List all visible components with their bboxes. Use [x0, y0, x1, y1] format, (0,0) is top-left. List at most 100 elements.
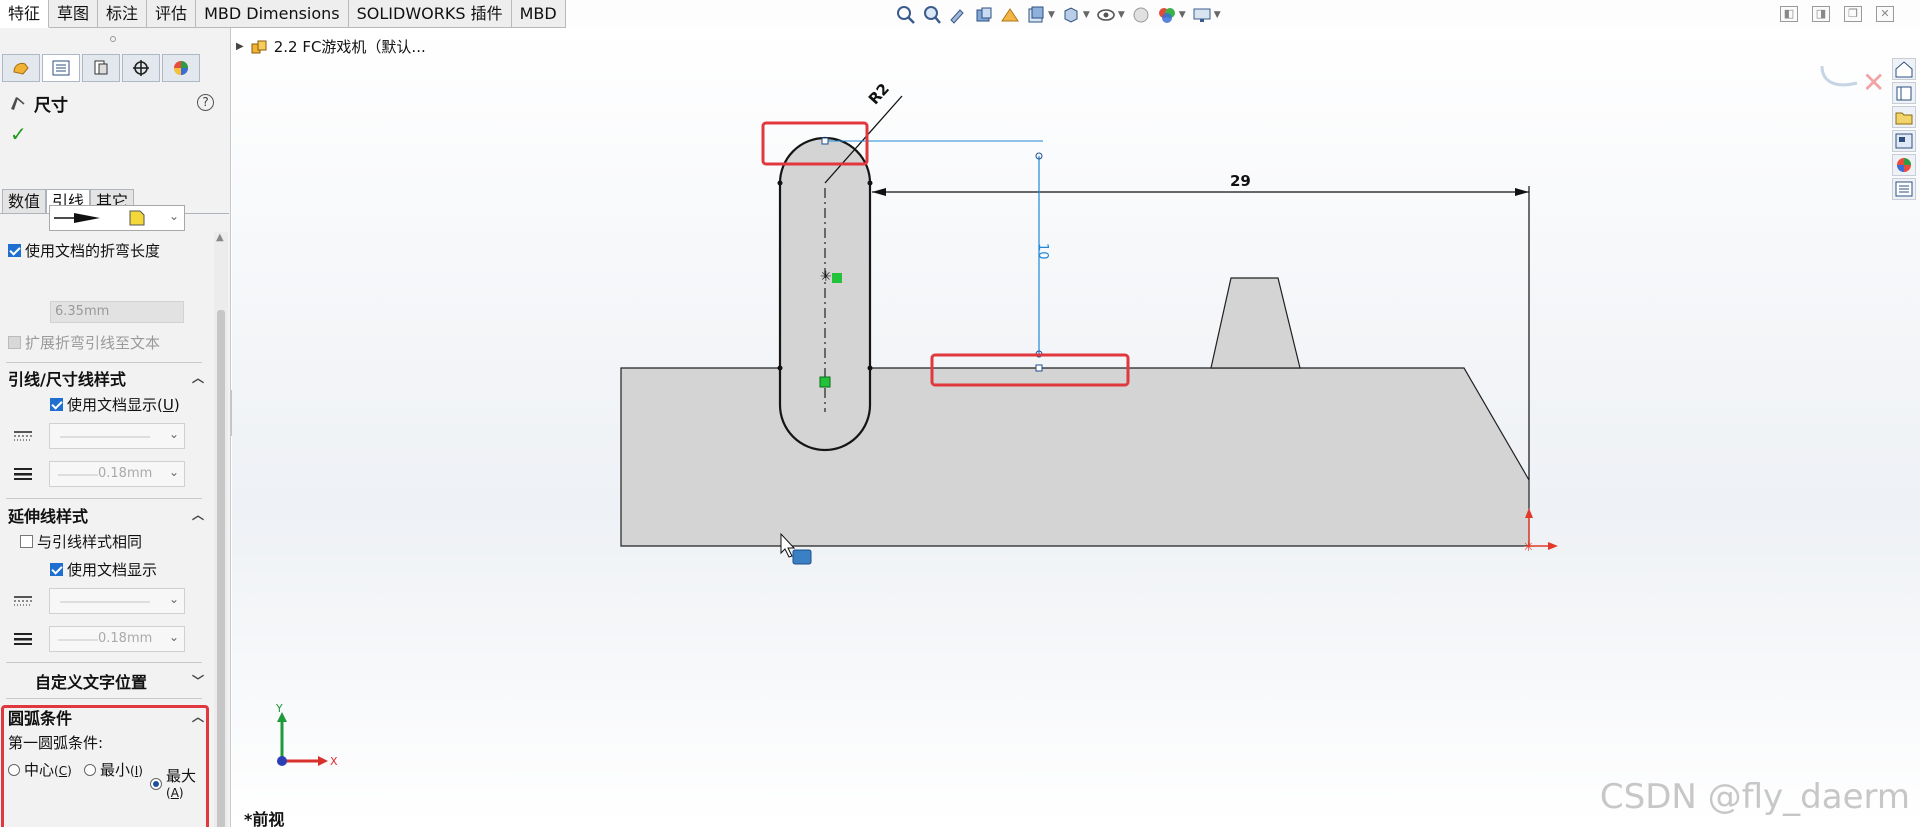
vertical-dimension-text[interactable]: 10: [1035, 243, 1050, 260]
scroll-up-icon[interactable]: ▲: [216, 232, 224, 243]
line-style-icon: [14, 431, 32, 441]
property-manager-panel: 尺寸 ? ✓ 数值 引线 其它 ⌄ 使用文档的折弯长度 6.35mm 扩展折弯引…: [0, 28, 231, 827]
use-doc-bend-length-label: 使用文档的折弯长度: [25, 242, 161, 260]
sketch-point: [777, 180, 783, 186]
leader-style-section-header[interactable]: 引线/尺寸线样式 ︿: [8, 365, 204, 391]
arrow-style-select[interactable]: ⌄: [49, 205, 185, 231]
scrollbar-thumb[interactable]: [217, 310, 225, 827]
chevron-down-icon: ⌄: [168, 427, 179, 441]
view-palette-icon[interactable]: [1892, 130, 1916, 152]
slot-center-mark: ✳: [820, 269, 832, 285]
panel-grip[interactable]: [110, 36, 116, 42]
same-as-leader-row[interactable]: 与引线样式相同: [20, 531, 142, 552]
use-doc-bend-length-checkbox[interactable]: [8, 244, 21, 257]
edit-appearance-icon[interactable]: [1131, 5, 1151, 25]
display-style-icon[interactable]: [1061, 5, 1081, 25]
view-label: *前视: [244, 810, 285, 827]
document-name: 2.2 FC游戏机（默认...: [273, 38, 426, 56]
chevron-down-icon[interactable]: ▼: [1118, 10, 1125, 20]
dynamic-annotation-icon[interactable]: [1000, 5, 1020, 25]
tab-mbd[interactable]: MBD: [511, 0, 566, 28]
triad-origin: [277, 756, 287, 766]
tab-sketch[interactable]: 草图: [49, 0, 99, 28]
appearances-icon[interactable]: [1892, 154, 1916, 176]
zoom-area-icon[interactable]: [922, 5, 942, 25]
tile-left-icon[interactable]: ◧: [1780, 6, 1798, 22]
display-manager-icon[interactable]: [162, 54, 200, 82]
feature-manager-icon[interactable]: [2, 54, 40, 82]
task-pane-tabs: [1892, 58, 1918, 200]
manager-tabs: [0, 54, 206, 84]
home-icon[interactable]: [1892, 58, 1916, 80]
restore-icon[interactable]: ❐: [1844, 6, 1862, 22]
zoom-to-fit-icon[interactable]: [896, 5, 916, 25]
selected-point[interactable]: [821, 137, 829, 145]
view-orientation-icon[interactable]: [1026, 5, 1046, 25]
hide-show-icon[interactable]: [1096, 5, 1116, 25]
chevron-down-icon: ⌄: [168, 465, 179, 479]
tab-solidworks-addins[interactable]: SOLIDWORKS 插件: [348, 0, 512, 28]
tab-value[interactable]: 数值: [2, 189, 47, 214]
apply-scene-icon[interactable]: [1157, 5, 1177, 25]
tab-features[interactable]: 特征: [0, 0, 50, 28]
divider: [6, 498, 202, 499]
chevron-down-icon[interactable]: ▼: [1179, 10, 1186, 20]
solidworks-window: 特征 草图 标注 评估 MBD Dimensions SOLIDWORKS 插件…: [0, 0, 1920, 827]
selected-point[interactable]: [1035, 364, 1043, 372]
extension-use-doc-display-row[interactable]: 使用文档显示: [50, 559, 157, 580]
extension-line-thickness-select[interactable]: 0.18mm ⌄: [49, 626, 185, 652]
view-settings-icon[interactable]: [1192, 5, 1212, 25]
section-view-icon[interactable]: [974, 5, 994, 25]
chevron-down-icon[interactable]: ▼: [1083, 10, 1090, 20]
chevron-down-icon: ﹀: [191, 674, 204, 688]
leader-line-thickness-select[interactable]: 0.18mm ⌄: [49, 461, 185, 487]
feature-tree-root[interactable]: ▶ 2.2 FC游戏机（默认...: [236, 36, 426, 57]
tile-right-icon[interactable]: ◨: [1812, 6, 1830, 22]
arc-condition-highlight: [1, 705, 209, 827]
confirmation-corner-ok-icon[interactable]: [1820, 65, 1858, 87]
leader-use-doc-display-checkbox[interactable]: [50, 398, 63, 411]
configuration-manager-icon[interactable]: [82, 54, 120, 82]
confirmation-corner-cancel-icon[interactable]: ✕: [1862, 66, 1885, 99]
chevron-down-icon[interactable]: ▼: [1214, 10, 1221, 20]
horizontal-dimension-text[interactable]: 29: [1230, 172, 1251, 190]
file-explorer-icon[interactable]: [1892, 106, 1916, 128]
use-doc-bend-length-row[interactable]: 使用文档的折弯长度: [8, 240, 160, 261]
relation-icon: [832, 273, 842, 283]
tab-mbd-dimensions[interactable]: MBD Dimensions: [196, 0, 349, 28]
line-preview: [58, 474, 98, 476]
leader-line-style-select[interactable]: ⌄: [49, 423, 185, 449]
ok-button[interactable]: ✓: [10, 122, 27, 146]
radius-dimension-text[interactable]: R2: [865, 80, 893, 108]
watermark: CSDN @fly_daerm: [1599, 777, 1910, 817]
leader-style-title: 引线/尺寸线样式: [8, 370, 126, 389]
chevron-down-icon[interactable]: ▼: [1048, 10, 1055, 20]
dimxpert-icon[interactable]: [122, 54, 160, 82]
sketch-point: [867, 365, 873, 371]
close-icon[interactable]: ✕: [1876, 6, 1894, 22]
panel-scrollbar[interactable]: ▲ ▼: [214, 232, 228, 827]
expand-arrow-icon[interactable]: ▶: [236, 41, 244, 52]
custom-properties-icon[interactable]: [1892, 178, 1916, 200]
graphics-area[interactable]: ✳ R2 29 10 ✳ Y X ✕: [232, 28, 1920, 827]
leader-use-doc-display-row[interactable]: 使用文档显示(U): [50, 394, 180, 415]
chevron-down-icon: ⌄: [168, 630, 179, 644]
same-as-leader-checkbox[interactable]: [20, 535, 33, 548]
dimension-icon: [11, 97, 25, 110]
extension-use-doc-display-checkbox[interactable]: [50, 563, 63, 576]
extension-style-title: 延伸线样式: [8, 507, 89, 526]
design-library-icon[interactable]: [1892, 82, 1916, 104]
tab-evaluate[interactable]: 评估: [147, 0, 197, 28]
page-title: 尺寸: [34, 95, 68, 116]
extension-line-style-select[interactable]: ⌄: [49, 588, 185, 614]
tab-markup[interactable]: 标注: [98, 0, 148, 28]
bend-length-input: 6.35mm: [50, 301, 184, 323]
extension-style-section-header[interactable]: 延伸线样式 ︿: [8, 502, 204, 528]
extend-bend-leader-checkbox: [8, 336, 21, 349]
previous-view-icon[interactable]: [948, 5, 968, 25]
part-icon: [251, 40, 267, 53]
help-icon[interactable]: ?: [197, 94, 214, 111]
command-manager: 特征 草图 标注 评估 MBD Dimensions SOLIDWORKS 插件…: [0, 0, 1920, 28]
property-manager-icon[interactable]: [42, 54, 80, 82]
custom-text-position-header[interactable]: 自定义文字位置 ﹀: [35, 668, 204, 694]
